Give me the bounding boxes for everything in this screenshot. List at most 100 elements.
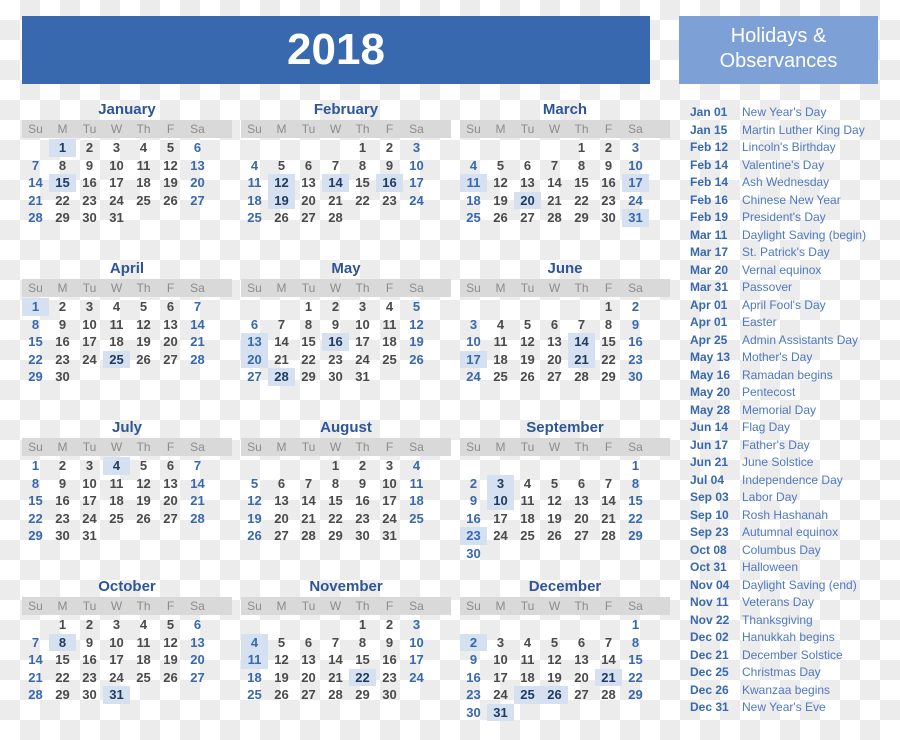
- holiday-date: Feb 14: [690, 175, 729, 189]
- holiday-name: Ash Wednesday: [742, 175, 830, 189]
- day-cell: 18: [520, 510, 535, 526]
- day-grid: 1 2 3 4 5 6 7 8 9 10 11 12 13 14 15 16 17 18 19 20 21 22 23 24 2…: [241, 457, 451, 545]
- holiday-row: Oct 08 Columbus Day: [690, 542, 890, 560]
- holiday-day-cell: 23: [460, 527, 487, 545]
- weekday-header: Su M Tu W Th F Sa: [241, 120, 451, 138]
- holiday-date: Feb 14: [690, 157, 729, 172]
- holiday-name: December Solstice: [742, 647, 843, 662]
- weekday-label: F: [604, 599, 613, 613]
- day-cell: 15: [628, 493, 643, 508]
- day-cell: 15: [601, 334, 616, 349]
- day-cell: 27: [274, 528, 289, 543]
- day-cell: 15: [355, 652, 370, 667]
- day-cell: 6: [193, 617, 202, 632]
- day-cell: 18: [109, 334, 124, 349]
- weekday-label: F: [385, 599, 394, 613]
- empty-cell: [241, 298, 268, 316]
- weekday-label: Sa: [628, 599, 643, 613]
- holiday-day-cell: 20: [241, 350, 268, 368]
- holiday-name: Father's Day: [742, 437, 810, 452]
- weekday-label: Su: [466, 440, 481, 454]
- day-cell: 19: [163, 175, 178, 190]
- day-cell: 30: [466, 704, 481, 720]
- day-cell: 5: [496, 157, 505, 173]
- day-cell: 29: [628, 687, 643, 702]
- holiday-date: Jun 21: [690, 455, 729, 469]
- day-cell: 7: [604, 634, 613, 650]
- day-cell: 23: [382, 669, 397, 685]
- month-october: October Su M Tu W Th F Sa 1 2 3 4 5 6 7 8 9 10 11 12 13 14 15 1…: [22, 578, 232, 704]
- day-cell: 27: [163, 351, 178, 367]
- day-cell: 3: [358, 299, 367, 314]
- day-cell: 26: [274, 210, 289, 225]
- day-cell: 29: [574, 210, 589, 225]
- day-cell: 26: [547, 528, 562, 543]
- empty-cell: [595, 616, 622, 634]
- holiday-row: Dec 26 Kwanzaa begins: [690, 682, 890, 700]
- day-cell: 24: [466, 369, 481, 384]
- weekday-header: Su M Tu W Th F Sa: [460, 120, 670, 138]
- day-cell: 5: [277, 634, 286, 650]
- holiday-name: Flag Day: [742, 420, 791, 434]
- day-cell: 3: [496, 634, 505, 650]
- day-cell: 20: [163, 493, 178, 508]
- empty-cell: [322, 139, 349, 157]
- day-cell: 2: [604, 140, 613, 155]
- day-cell: 18: [247, 192, 262, 208]
- day-cell: 1: [631, 617, 640, 632]
- day-cell: 3: [85, 458, 94, 473]
- weekday-label: Tu: [520, 122, 535, 136]
- empty-cell: [541, 616, 568, 634]
- holiday-day-cell: 21: [595, 668, 622, 686]
- day-cell: 20: [190, 652, 205, 667]
- holiday-name: President's Day: [742, 210, 826, 224]
- day-cell: 3: [412, 617, 421, 632]
- day-cell: 9: [58, 316, 67, 332]
- day-cell: 29: [601, 369, 616, 384]
- day-cell: 10: [409, 157, 424, 173]
- holiday-row: Feb 14 Valentine's Day: [690, 157, 890, 175]
- weekday-label: Sa: [409, 599, 424, 613]
- weekday-label: Su: [28, 599, 43, 613]
- day-grid: 1 2 3 4 5 6 7 8 9 10 11 12 13 14 15 16 17 18 19 20 21 22 23 24 2…: [22, 457, 232, 545]
- month-january: January Su M Tu W Th F Sa 1 2 3 4 5 6 7 8 9 10 11 12 13 14 15 1…: [22, 101, 232, 227]
- empty-cell: [22, 139, 49, 157]
- month-title: April: [109, 260, 145, 277]
- day-cell: 24: [82, 351, 97, 367]
- weekday-label: W: [110, 440, 123, 454]
- day-cell: 21: [601, 510, 616, 526]
- day-cell: 14: [28, 652, 43, 667]
- day-cell: 4: [412, 458, 421, 473]
- weekday-label: Sa: [628, 281, 643, 295]
- day-cell: 18: [136, 652, 151, 667]
- holiday-name: Easter: [742, 315, 777, 329]
- day-cell: 4: [385, 299, 394, 314]
- holiday-date: Nov 11: [690, 595, 729, 609]
- day-cell: 11: [247, 175, 262, 190]
- holiday-name: Veterans Day: [742, 595, 815, 609]
- day-cell: 2: [631, 299, 640, 314]
- weekday-label: Th: [136, 440, 151, 454]
- holiday-date: Apr 01: [690, 315, 728, 329]
- weekday-label: W: [110, 281, 123, 295]
- holiday-name: Rosh Hashanah: [742, 507, 829, 522]
- holiday-name: Passover: [742, 280, 793, 294]
- month-title: December: [528, 578, 602, 595]
- day-cell: 22: [355, 192, 370, 208]
- day-cell: 13: [163, 316, 178, 332]
- holiday-name: Admin Assistants Day: [742, 332, 859, 347]
- day-cell: 6: [550, 316, 559, 332]
- weekday-label: Tu: [82, 281, 97, 295]
- day-cell: 2: [358, 458, 367, 473]
- day-cell: 25: [247, 210, 262, 225]
- day-grid: 1 2 3 4 5 6 7 8 9 10 11 12 13 14 15 16 17 18 19 20 21 22 23 24 2…: [460, 457, 670, 562]
- day-cell: 23: [82, 192, 97, 208]
- empty-cell: [460, 298, 487, 316]
- day-cell: 20: [574, 669, 589, 685]
- day-cell: 9: [85, 157, 94, 173]
- day-cell: 3: [412, 140, 421, 155]
- day-cell: 7: [304, 475, 313, 491]
- day-cell: 27: [574, 528, 589, 543]
- month-title: November: [309, 578, 383, 595]
- weekday-label: M: [57, 599, 68, 613]
